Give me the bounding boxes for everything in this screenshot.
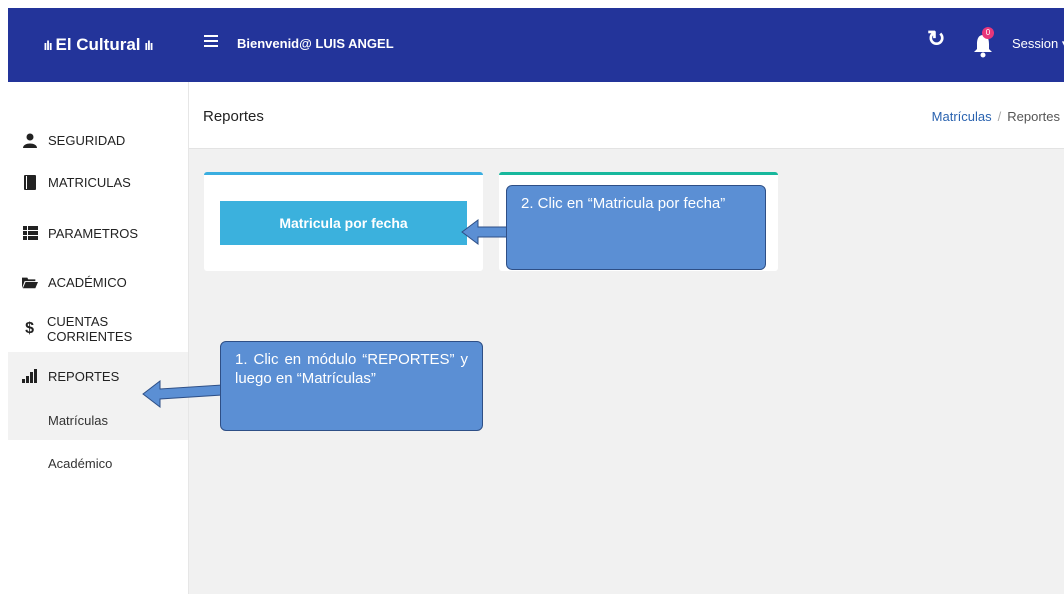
sidebar-subitem-matriculas[interactable]: Matrículas (48, 413, 108, 428)
brand-name: El Cultural (55, 35, 141, 54)
sidebar-item-label: CUENTAS CORRIENTES (47, 314, 133, 344)
dollar-icon: $ (25, 320, 34, 337)
matricula-por-fecha-button[interactable]: Matricula por fecha (220, 201, 467, 245)
welcome-message: Bienvenid@ LUIS ANGEL (237, 36, 394, 51)
book-icon (22, 174, 38, 190)
breadcrumb-link[interactable]: Matrículas (932, 109, 992, 124)
sidebar-item-label: PARAMETROS (48, 225, 139, 241)
brand-deco-left: ılı (43, 37, 53, 53)
bar-chart-icon (22, 368, 38, 384)
breadcrumb: Matrículas / Reportes (932, 109, 1060, 124)
sidebar-item-parametros[interactable]: PARAMETROS (8, 213, 188, 253)
brand-deco-right: ılı (144, 37, 154, 53)
page-header: Reportes Matrículas / Reportes (189, 82, 1064, 149)
sidebar-item-matriculas[interactable]: MATRICULAS (8, 162, 188, 202)
user-icon (22, 132, 38, 148)
breadcrumb-current: Reportes (1007, 109, 1060, 124)
sidebar-item-academico[interactable]: ACADÉMICO (8, 262, 188, 302)
sidebar-item-seguridad[interactable]: SEGURIDAD (8, 120, 188, 160)
folder-open-icon (22, 274, 38, 290)
list-icon (22, 225, 38, 241)
breadcrumb-separator: / (997, 109, 1002, 124)
left-frame (0, 0, 8, 594)
main-content: Reportes Matrículas / Reportes Matricula p… (189, 82, 1064, 594)
session-dropdown[interactable]: Session ▾ (1012, 36, 1064, 52)
sidebar-item-reportes[interactable]: REPORTES (8, 356, 188, 396)
brand-logo[interactable]: ılı El Cultural ılı (8, 8, 188, 82)
sidebar-subitem-academico[interactable]: Académico (48, 456, 112, 471)
sidebar: SEGURIDAD MATRICULAS PARAMETROS ACADÉMIC… (8, 82, 189, 594)
report-card: Matricula por fecha (204, 172, 483, 271)
annotation-step2: 2. Clic en “Matricula por fecha” (506, 185, 766, 270)
sidebar-item-cuentas-corrientes[interactable]: $ CUENTAS CORRIENTES (8, 309, 188, 349)
notification-badge: 0 (982, 27, 994, 39)
sidebar-item-label: REPORTES (48, 368, 120, 384)
hamburger-menu-icon[interactable] (204, 35, 218, 49)
page-title: Reportes (203, 108, 264, 125)
refresh-icon[interactable]: ↻ (927, 26, 945, 52)
sidebar-item-label: ACADÉMICO (48, 274, 127, 290)
top-navbar: ılı El Cultural ılı Bienvenid@ LUIS ANGE… (8, 8, 1064, 82)
sidebar-item-label: MATRICULAS (48, 174, 131, 190)
annotation-step1: 1. Clic en módulo “REPORTES” y luego en … (220, 341, 483, 431)
sidebar-item-label: SEGURIDAD (48, 132, 126, 148)
